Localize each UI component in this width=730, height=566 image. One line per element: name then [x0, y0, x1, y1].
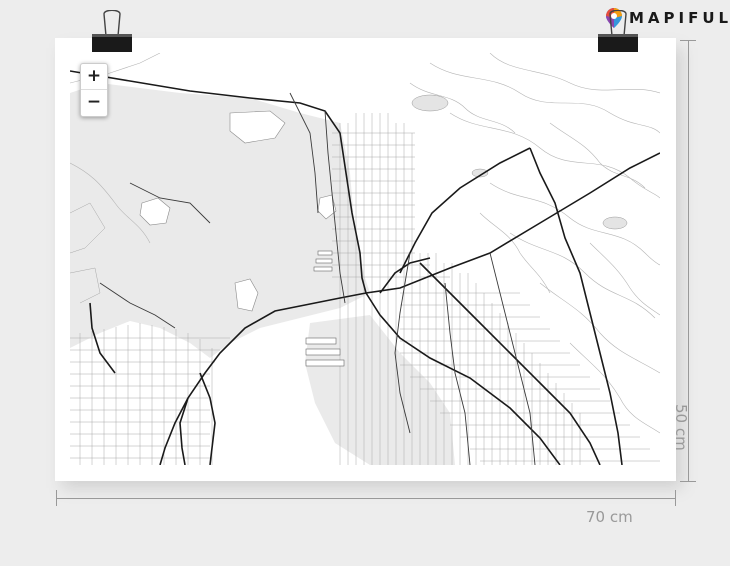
zoom-in-button[interactable]: +	[81, 64, 107, 90]
zoom-control: + −	[80, 63, 108, 117]
width-label: 70 cm	[586, 508, 633, 526]
binder-clip-icon	[598, 10, 638, 52]
binder-clip-icon	[92, 10, 132, 52]
poster: + −	[55, 38, 676, 481]
zoom-out-button[interactable]: −	[81, 90, 107, 116]
map-canvas[interactable]: + −	[70, 53, 660, 465]
reservoir	[411, 94, 449, 112]
height-label: 50 cm	[672, 404, 690, 451]
width-dimension-line	[56, 490, 676, 506]
reservoir	[602, 216, 628, 230]
brand-name: MAPIFUL	[629, 9, 730, 27]
map-drawing	[70, 53, 660, 465]
